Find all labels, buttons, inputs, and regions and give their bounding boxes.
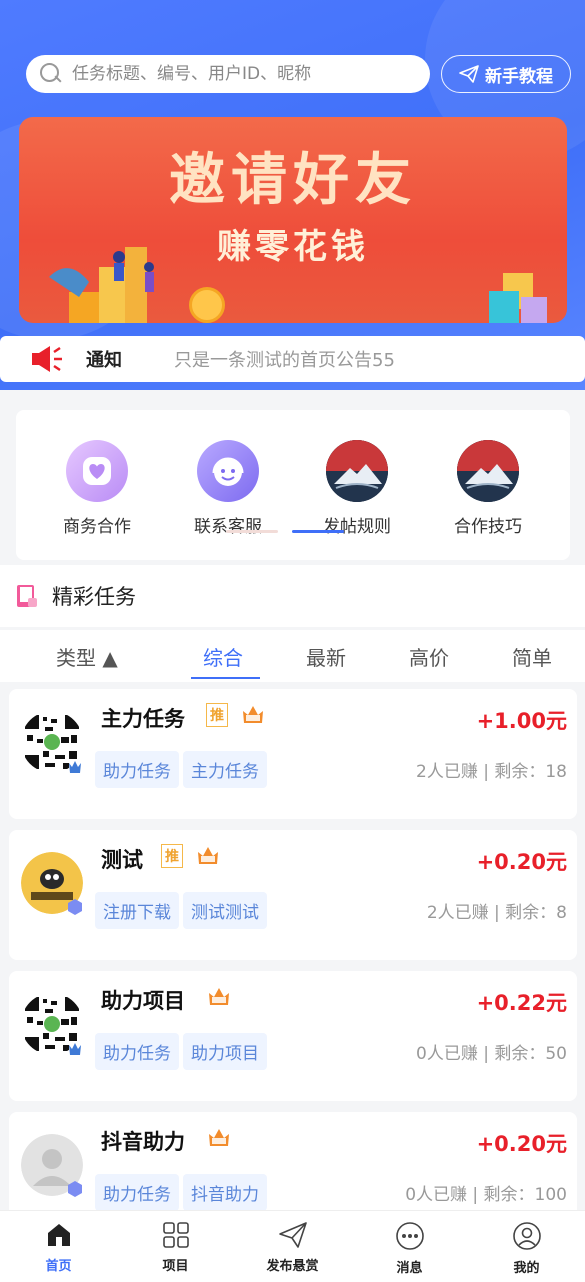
recommend-badge: 推	[161, 844, 183, 868]
mountain-logo-icon	[326, 440, 388, 502]
task-tags: 助力任务 主力任务	[95, 751, 267, 788]
task-price: +0.22元	[476, 991, 567, 1015]
tutorial-label: 新手教程	[485, 66, 553, 87]
task-tag: 助力任务	[95, 1174, 179, 1211]
quick-entry-tips[interactable]: 合作技巧	[433, 440, 543, 537]
fast-review-icon	[243, 706, 263, 723]
task-price: +1.00元	[476, 709, 567, 733]
recommend-badge: 推	[206, 703, 228, 727]
mountain-logo-icon	[457, 440, 519, 502]
nav-label: 项目	[162, 1259, 189, 1274]
heart-icon	[66, 440, 128, 502]
task-title: 助力项目	[101, 989, 185, 1013]
fast-review-icon	[209, 988, 229, 1005]
book-icon	[17, 585, 37, 607]
banner-title: 邀请好友	[169, 148, 417, 213]
nav-home[interactable]: 首页	[0, 1221, 117, 1274]
nav-label: 首页	[45, 1259, 72, 1274]
tab-type[interactable]: 类型 ▲	[56, 642, 118, 671]
filter-tabs: 类型 ▲ 综合 最新 高价 简单	[0, 630, 585, 682]
task-stats: 0人已赚 | 剩余：100	[405, 1185, 567, 1205]
task-title: 抖音助力	[101, 1130, 185, 1154]
gem-badge-icon	[68, 1181, 82, 1197]
bottom-nav: 首页 项目 发布悬赏 消息 我的	[0, 1210, 585, 1282]
nav-messages[interactable]: 消息	[351, 1221, 468, 1276]
nav-label: 发布悬赏	[266, 1259, 319, 1274]
task-tag: 助力任务	[95, 1033, 179, 1070]
section-header: 精彩任务	[0, 565, 585, 627]
tutorial-button[interactable]: 新手教程	[441, 55, 571, 93]
quick-entry-label: 发帖规则	[323, 517, 391, 537]
fast-review-icon	[209, 1129, 229, 1146]
header: 新手教程 邀请好友 赚零花钱	[0, 0, 585, 390]
search-input[interactable]	[72, 64, 392, 84]
task-tags: 助力任务 抖音助力	[95, 1174, 267, 1211]
quick-entry-support[interactable]: 联系客服	[173, 440, 283, 537]
gift-bag-illustration	[489, 273, 547, 323]
nav-profile[interactable]: 我的	[468, 1221, 585, 1276]
tab-high-price[interactable]: 高价	[409, 642, 449, 671]
quick-entries: 商务合作 联系客服 发帖规则 合作技巧	[16, 410, 570, 560]
scroll-indicator	[292, 530, 344, 533]
tab-simple[interactable]: 简单	[512, 642, 552, 671]
task-price: +0.20元	[476, 1132, 567, 1156]
task-tag: 测试测试	[183, 892, 267, 929]
speaker-icon	[32, 346, 62, 372]
active-tab-indicator	[191, 677, 260, 679]
task-tag: 助力任务	[95, 751, 179, 788]
people-illustration	[49, 247, 154, 323]
task-tags: 注册下载 测试测试	[95, 892, 267, 929]
crown-badge-icon	[69, 761, 81, 773]
task-stats: 0人已赚 | 剩余：50	[416, 1044, 567, 1064]
coin-illustration	[189, 287, 225, 323]
paper-plane-icon	[459, 65, 479, 83]
nav-projects[interactable]: 项目	[117, 1221, 234, 1274]
task-title: 主力任务	[101, 707, 185, 731]
grid-icon	[162, 1222, 189, 1248]
fast-review-icon	[198, 847, 218, 864]
task-tag: 助力项目	[183, 1033, 267, 1070]
task-title: 测试	[101, 848, 143, 872]
notice-bar[interactable]: 通知 只是一条测试的首页公告55	[0, 336, 585, 382]
section-title: 精彩任务	[52, 585, 136, 609]
tab-comprehensive[interactable]: 综合	[203, 642, 243, 671]
task-stats: 2人已赚 | 剩余：8	[426, 903, 567, 923]
user-icon	[512, 1222, 541, 1250]
task-card[interactable]: 测试 推 +0.20元 注册下载 测试测试 2人已赚 | 剩余：8	[9, 830, 577, 960]
send-icon	[278, 1222, 307, 1248]
task-tag: 主力任务	[183, 751, 267, 788]
promo-banner[interactable]: 邀请好友 赚零花钱	[19, 117, 567, 323]
task-card[interactable]: 主力任务 推 +1.00元 助力任务 主力任务 2人已赚 | 剩余：18	[9, 689, 577, 819]
nav-publish[interactable]: 发布悬赏	[234, 1221, 351, 1274]
quick-entry-rules[interactable]: 发帖规则	[302, 440, 412, 537]
task-card[interactable]: 助力项目 +0.22元 助力任务 助力项目 0人已赚 | 剩余：50	[9, 971, 577, 1101]
task-stats: 2人已赚 | 剩余：18	[416, 762, 567, 782]
search-icon	[40, 63, 62, 85]
home-icon	[47, 1224, 70, 1246]
search-bar[interactable]	[26, 55, 430, 93]
nav-label: 消息	[396, 1261, 423, 1276]
scroll-indicator-track	[226, 530, 278, 533]
quick-entry-label: 联系客服	[194, 517, 262, 537]
gem-badge-icon	[68, 899, 82, 915]
headset-icon	[197, 440, 259, 502]
task-tag: 注册下载	[95, 892, 179, 929]
message-icon	[395, 1222, 424, 1250]
crown-badge-icon	[69, 1043, 81, 1055]
notice-text: 只是一条测试的首页公告55	[174, 350, 395, 371]
task-price: +0.20元	[476, 850, 567, 874]
notice-label: 通知	[86, 350, 122, 371]
quick-entry-label: 合作技巧	[454, 517, 522, 537]
quick-entry-label: 商务合作	[63, 517, 131, 537]
tab-latest[interactable]: 最新	[306, 642, 346, 671]
task-tag: 抖音助力	[183, 1174, 267, 1211]
quick-entry-business[interactable]: 商务合作	[42, 440, 152, 537]
task-tags: 助力任务 助力项目	[95, 1033, 267, 1070]
nav-label: 我的	[513, 1261, 540, 1276]
